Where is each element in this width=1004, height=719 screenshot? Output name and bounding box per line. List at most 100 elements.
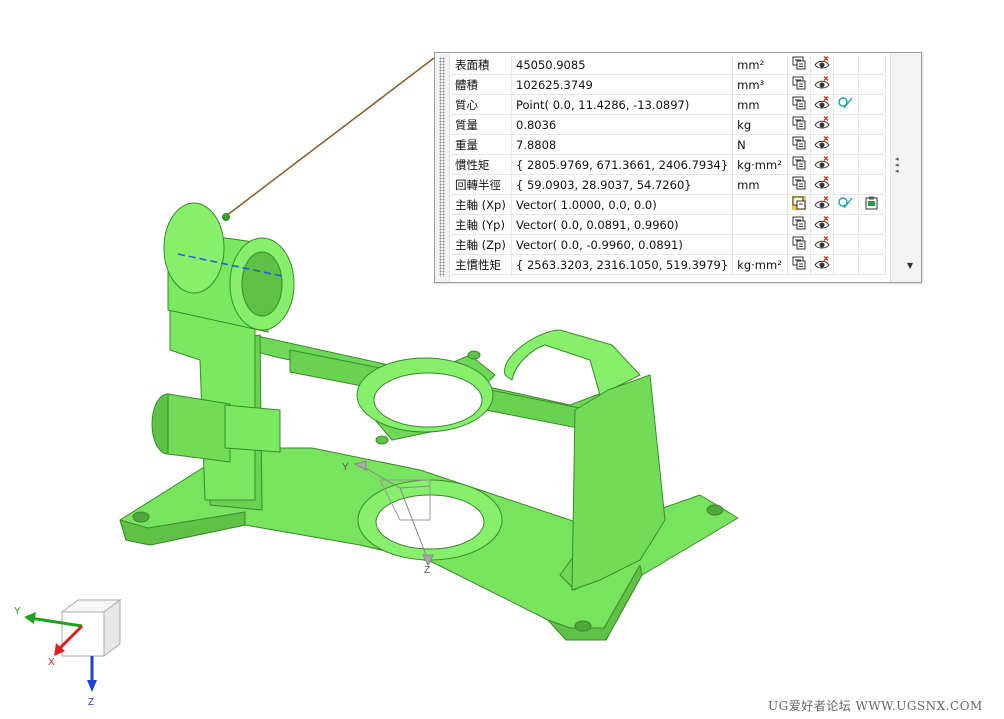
copy-clipboard-icon[interactable] <box>858 234 887 255</box>
copy-clipboard-icon[interactable] <box>858 194 887 215</box>
property-value[interactable]: { 2563.3203, 2316.1050, 519.3979} <box>511 254 734 275</box>
measure-link-icon[interactable] <box>833 94 860 115</box>
eye-visibility-icon[interactable] <box>810 114 835 135</box>
property-value[interactable]: Vector( 1.0000, 0.0, 0.0) <box>511 194 734 215</box>
property-value[interactable]: Point( 0.0, 11.4286, -13.0897) <box>511 94 734 115</box>
csys-z-label: Z <box>424 565 430 576</box>
panel-drag-handle[interactable] <box>435 53 450 282</box>
properties-table: 表面積 45050.9085 mm² 體積 102625.3749 mm³ 質心 Point(… <box>451 55 887 275</box>
property-value[interactable]: Vector( 0.0, -0.9960, 0.0891) <box>511 234 734 255</box>
eye-visibility-icon[interactable] <box>810 234 835 255</box>
property-row[interactable]: 質量 0.8036 kg <box>451 114 887 135</box>
property-row[interactable]: 表面積 45050.9085 mm² <box>451 55 887 75</box>
property-row[interactable]: 質心 Point( 0.0, 11.4286, -13.0897) mm <box>451 94 887 115</box>
property-row[interactable]: 重量 7.8808 N <box>451 134 887 155</box>
property-value[interactable]: Vector( 0.0, 0.0891, 0.9960) <box>511 214 734 235</box>
measure-link-icon[interactable] <box>833 214 860 235</box>
measure-link-icon[interactable] <box>833 134 860 155</box>
leader-line <box>225 57 435 217</box>
mass-properties-panel: 表面積 45050.9085 mm² 體積 102625.3749 mm³ 質心 Point(… <box>434 52 922 283</box>
eye-visibility-icon[interactable] <box>810 134 835 155</box>
property-unit: kg <box>732 114 789 135</box>
eye-visibility-icon[interactable] <box>810 254 835 275</box>
property-name: 質量 <box>451 114 512 135</box>
eye-visibility-icon[interactable] <box>810 174 835 195</box>
expression-export-icon[interactable] <box>787 234 812 255</box>
measure-link-icon[interactable] <box>833 174 860 195</box>
property-name: 主軸 (Zp) <box>451 234 512 255</box>
property-unit <box>732 234 789 255</box>
measure-link-icon[interactable] <box>833 154 860 175</box>
measure-link-icon[interactable] <box>833 234 860 255</box>
property-name: 體積 <box>451 74 512 95</box>
axis-x-label: X <box>48 657 55 668</box>
property-row[interactable]: 主軸 (Xp) Vector( 1.0000, 0.0, 0.0) <box>451 194 887 215</box>
property-unit: kg·mm² <box>732 254 789 275</box>
expression-export-icon[interactable] <box>787 254 812 275</box>
expression-export-icon[interactable] <box>787 134 812 155</box>
property-name: 主軸 (Yp) <box>451 214 512 235</box>
property-unit: mm <box>732 174 789 195</box>
view-triad[interactable] <box>24 599 122 692</box>
copy-clipboard-icon[interactable] <box>858 174 887 195</box>
eye-visibility-icon[interactable] <box>810 55 835 75</box>
expression-export-icon[interactable] <box>787 114 812 135</box>
measure-link-icon[interactable] <box>833 254 860 275</box>
property-value[interactable]: 102625.3749 <box>511 74 734 95</box>
property-name: 主慣性矩 <box>451 254 512 275</box>
expression-export-icon[interactable] <box>787 214 812 235</box>
property-value[interactable]: 45050.9085 <box>511 55 734 75</box>
measure-link-icon[interactable] <box>833 74 860 95</box>
eye-visibility-icon[interactable] <box>810 74 835 95</box>
property-unit: mm <box>732 94 789 115</box>
expression-export-icon[interactable] <box>787 55 812 75</box>
expand-arrows-icon[interactable]: ◂ ◂ ◂ <box>895 156 899 175</box>
measure-link-icon[interactable] <box>833 114 860 135</box>
property-row[interactable]: 主軸 (Zp) Vector( 0.0, -0.9960, 0.0891) <box>451 234 887 255</box>
property-name: 重量 <box>451 134 512 155</box>
dropdown-arrow-icon[interactable]: ▼ <box>907 261 913 270</box>
axis-z-label: Z <box>88 697 94 708</box>
measure-link-icon[interactable] <box>833 194 860 215</box>
property-name: 慣性矩 <box>451 154 512 175</box>
property-unit <box>732 194 789 215</box>
copy-clipboard-icon[interactable] <box>858 154 887 175</box>
copy-clipboard-icon[interactable] <box>858 94 887 115</box>
property-row[interactable]: 主慣性矩{ 2563.3203, 2316.1050, 519.3979} kg·… <box>451 254 887 275</box>
csys-y-label: Y <box>342 462 349 473</box>
property-row[interactable]: 體積 102625.3749 mm³ <box>451 74 887 95</box>
property-unit: mm³ <box>732 74 789 95</box>
property-row[interactable]: 主軸 (Yp) Vector( 0.0, 0.0891, 0.9960) <box>451 214 887 235</box>
measure-link-icon[interactable] <box>833 55 860 75</box>
expression-export-icon[interactable] <box>787 94 812 115</box>
property-value[interactable]: 7.8808 <box>511 134 734 155</box>
copy-clipboard-icon[interactable] <box>858 114 887 135</box>
copy-clipboard-icon[interactable] <box>858 74 887 95</box>
property-value[interactable]: { 59.0903, 28.9037, 54.7260} <box>511 174 734 195</box>
expression-export-icon[interactable] <box>787 174 812 195</box>
copy-clipboard-icon[interactable] <box>858 134 887 155</box>
property-unit: N <box>732 134 789 155</box>
property-unit: mm² <box>732 55 789 75</box>
property-row[interactable]: 慣性矩{ 2805.9769, 671.3661, 2406.7934} kg·m… <box>451 154 887 175</box>
property-value[interactable]: 0.8036 <box>511 114 734 135</box>
eye-visibility-icon[interactable] <box>810 214 835 235</box>
property-name: 主軸 (Xp) <box>451 194 512 215</box>
property-name: 回轉半徑 <box>451 174 512 195</box>
property-unit <box>732 214 789 235</box>
copy-clipboard-icon[interactable] <box>858 254 887 275</box>
watermark: UG爱好者论坛 WWW.UGSNX.COM <box>768 699 983 713</box>
copy-clipboard-icon[interactable] <box>858 55 887 75</box>
property-row[interactable]: 回轉半徑{ 59.0903, 28.9037, 54.7260} mm <box>451 174 887 195</box>
property-unit: kg·mm² <box>732 154 789 175</box>
panel-sidebar: ◂ ◂ ◂ ▼ <box>890 53 921 282</box>
copy-clipboard-icon[interactable] <box>858 214 887 235</box>
eye-visibility-icon[interactable] <box>810 154 835 175</box>
property-value[interactable]: { 2805.9769, 671.3661, 2406.7934} <box>511 154 734 175</box>
eye-visibility-icon[interactable] <box>810 194 835 215</box>
axis-y-label: Y <box>14 606 21 617</box>
expression-export-icon[interactable] <box>787 194 812 215</box>
expression-export-icon[interactable] <box>787 74 812 95</box>
eye-visibility-icon[interactable] <box>810 94 835 115</box>
expression-export-icon[interactable] <box>787 154 812 175</box>
